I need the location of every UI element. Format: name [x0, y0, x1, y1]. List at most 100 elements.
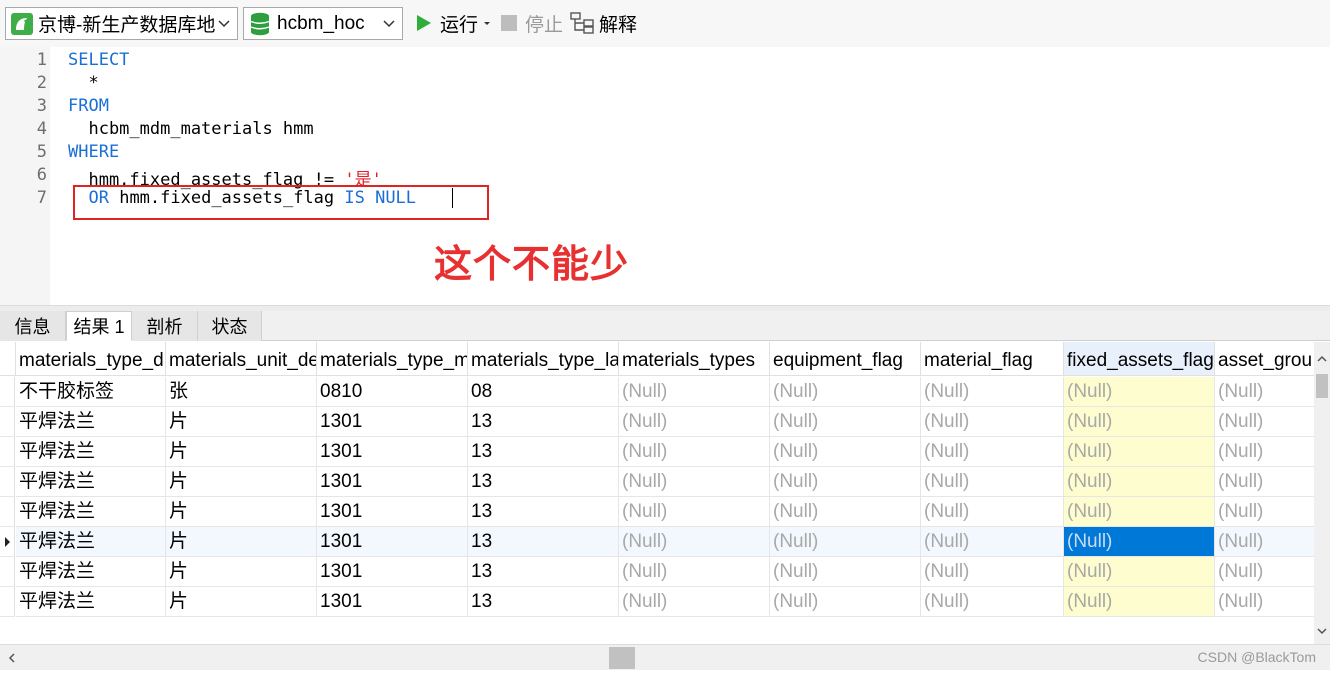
table-cell[interactable]: (Null): [770, 377, 921, 407]
chevron-down-icon[interactable]: [1314, 624, 1330, 638]
table-cell[interactable]: (Null): [921, 497, 1064, 527]
table-cell[interactable]: 1301: [317, 497, 468, 527]
row-selector[interactable]: [0, 497, 15, 527]
dropdown-arrow-icon[interactable]: [482, 18, 492, 28]
table-cell[interactable]: 片: [166, 467, 317, 497]
table-cell[interactable]: 1301: [317, 557, 468, 587]
table-cell[interactable]: 1301: [317, 437, 468, 467]
table-cell[interactable]: (Null): [619, 437, 770, 467]
table-cell[interactable]: 片: [166, 407, 317, 437]
chevron-left-icon[interactable]: [5, 650, 19, 666]
vertical-scrollbar[interactable]: [1314, 342, 1330, 644]
table-cell[interactable]: (Null): [1215, 587, 1314, 617]
chevron-up-icon[interactable]: [1314, 352, 1330, 366]
table-cell[interactable]: (Null): [619, 377, 770, 407]
tab-info[interactable]: 信息: [0, 311, 66, 341]
table-cell[interactable]: (Null): [1064, 497, 1215, 527]
database-select[interactable]: hcbm_hoc: [243, 7, 403, 40]
table-cell[interactable]: (Null): [921, 437, 1064, 467]
tab-result-1[interactable]: 结果 1: [66, 311, 132, 341]
table-cell[interactable]: 13: [468, 587, 619, 617]
table-cell[interactable]: 1301: [317, 407, 468, 437]
table-cell[interactable]: (Null): [770, 437, 921, 467]
table-cell[interactable]: (Null): [921, 557, 1064, 587]
row-selector[interactable]: [0, 437, 15, 467]
table-cell[interactable]: (Null): [921, 527, 1064, 557]
table-cell[interactable]: (Null): [921, 407, 1064, 437]
run-button[interactable]: 运行: [414, 10, 492, 36]
table-cell[interactable]: 片: [166, 527, 317, 557]
table-cell[interactable]: 片: [166, 497, 317, 527]
result-grid[interactable]: materials_type_d materials_unit_de materia…: [0, 342, 1314, 644]
table-cell[interactable]: 1301: [317, 527, 468, 557]
table-cell[interactable]: 13: [468, 557, 619, 587]
table-cell[interactable]: (Null): [1215, 467, 1314, 497]
table-cell[interactable]: (Null): [1064, 407, 1215, 437]
stop-button[interactable]: 停止: [500, 10, 563, 36]
table-cell[interactable]: (Null): [1215, 437, 1314, 467]
table-cell[interactable]: (Null): [1215, 527, 1314, 557]
table-cell[interactable]: (Null): [1064, 377, 1215, 407]
row-selector[interactable]: [0, 587, 15, 617]
table-cell[interactable]: (Null): [619, 587, 770, 617]
column-header[interactable]: materials_type_m: [317, 342, 468, 376]
table-cell[interactable]: 平焊法兰: [16, 587, 166, 617]
table-cell[interactable]: (Null): [1215, 377, 1314, 407]
row-selector[interactable]: [0, 467, 15, 497]
column-header[interactable]: materials_unit_de: [166, 342, 317, 376]
table-cell[interactable]: 1301: [317, 467, 468, 497]
column-header[interactable]: materials_type_d: [16, 342, 166, 376]
table-cell[interactable]: 平焊法兰: [16, 407, 166, 437]
table-cell[interactable]: 13: [468, 527, 619, 557]
scroll-thumb[interactable]: [1316, 374, 1328, 398]
table-cell[interactable]: (Null): [1215, 407, 1314, 437]
table-cell[interactable]: 0810: [317, 377, 468, 407]
table-cell[interactable]: 08: [468, 377, 619, 407]
table-cell[interactable]: (Null): [770, 587, 921, 617]
table-cell[interactable]: 1301: [317, 587, 468, 617]
horizontal-scrollbar[interactable]: [0, 644, 1330, 670]
table-cell[interactable]: 片: [166, 557, 317, 587]
table-cell[interactable]: 13: [468, 437, 619, 467]
column-header[interactable]: fixed_assets_flag: [1064, 342, 1215, 376]
table-cell[interactable]: 平焊法兰: [16, 437, 166, 467]
table-cell[interactable]: 平焊法兰: [16, 557, 166, 587]
table-cell[interactable]: 13: [468, 407, 619, 437]
table-cell[interactable]: (Null): [1064, 527, 1215, 557]
table-cell[interactable]: (Null): [1064, 437, 1215, 467]
table-cell[interactable]: 片: [166, 437, 317, 467]
table-cell[interactable]: (Null): [619, 467, 770, 497]
tab-status[interactable]: 状态: [198, 311, 262, 341]
tab-profile[interactable]: 剖析: [132, 311, 198, 341]
explain-button[interactable]: 解释: [570, 10, 637, 36]
table-cell[interactable]: 平焊法兰: [16, 467, 166, 497]
row-selector[interactable]: [0, 407, 15, 437]
table-cell[interactable]: 片: [166, 587, 317, 617]
column-header[interactable]: materials_type_la: [468, 342, 619, 376]
table-cell[interactable]: (Null): [619, 407, 770, 437]
table-cell[interactable]: (Null): [1064, 557, 1215, 587]
table-cell[interactable]: (Null): [921, 587, 1064, 617]
table-cell[interactable]: (Null): [770, 527, 921, 557]
column-header[interactable]: equipment_flag: [770, 342, 921, 376]
table-cell[interactable]: (Null): [619, 527, 770, 557]
table-cell[interactable]: (Null): [619, 497, 770, 527]
row-selector[interactable]: [0, 557, 15, 587]
table-cell[interactable]: (Null): [1064, 587, 1215, 617]
table-cell[interactable]: 平焊法兰: [16, 527, 166, 557]
table-cell[interactable]: 不干胶标签: [16, 377, 166, 407]
connection-select[interactable]: 京博-新生产数据库地: [5, 7, 238, 40]
table-cell[interactable]: 平焊法兰: [16, 497, 166, 527]
table-cell[interactable]: 13: [468, 497, 619, 527]
table-cell[interactable]: (Null): [921, 467, 1064, 497]
table-cell[interactable]: (Null): [770, 467, 921, 497]
table-cell[interactable]: (Null): [1215, 557, 1314, 587]
column-header[interactable]: asset_grou: [1215, 342, 1314, 376]
column-header[interactable]: materials_types: [619, 342, 770, 376]
table-cell[interactable]: (Null): [770, 497, 921, 527]
table-cell[interactable]: 13: [468, 467, 619, 497]
row-selector[interactable]: [0, 527, 15, 557]
table-cell[interactable]: (Null): [770, 407, 921, 437]
row-selector[interactable]: [0, 377, 15, 407]
table-cell[interactable]: (Null): [921, 377, 1064, 407]
